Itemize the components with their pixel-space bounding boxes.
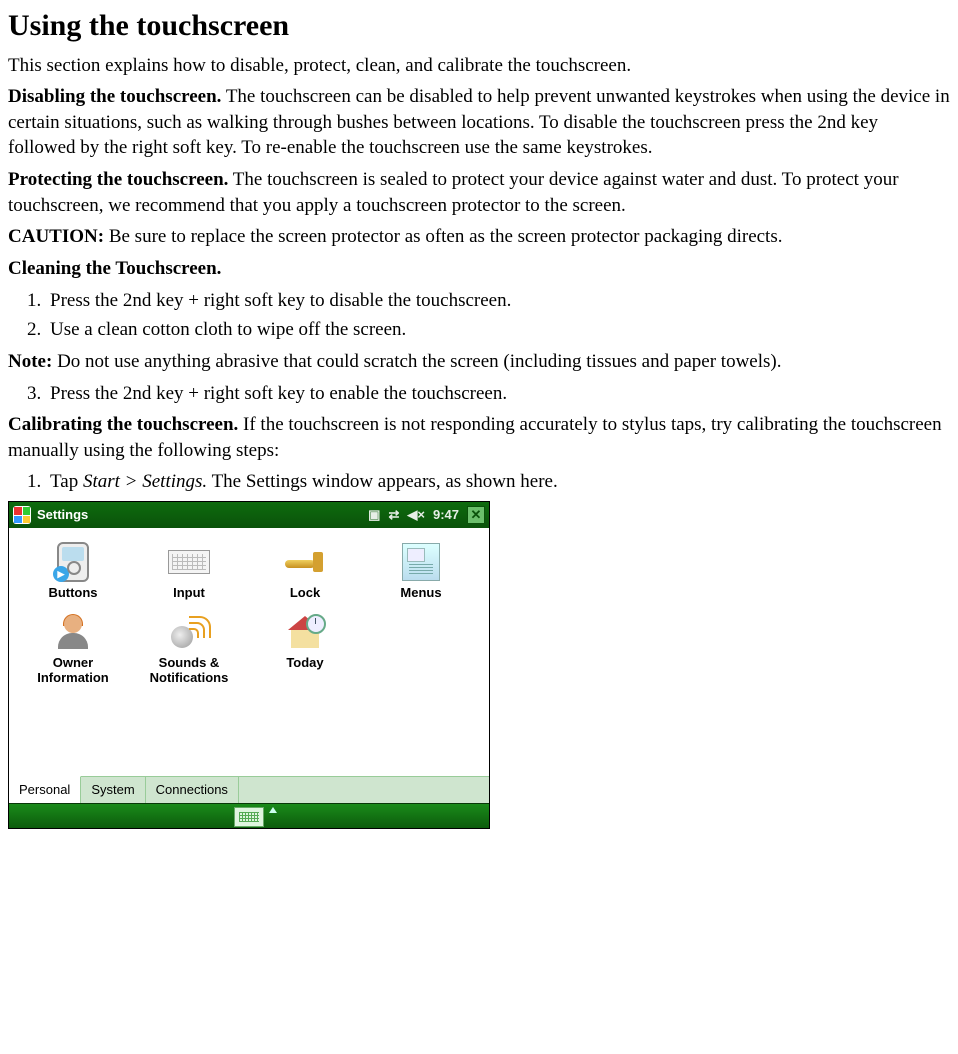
app-owner-information[interactable]: Owner Information bbox=[15, 612, 131, 697]
key-icon bbox=[283, 542, 327, 582]
caution-label: CAUTION: bbox=[8, 226, 104, 247]
caution-paragraph: CAUTION: Be sure to replace the screen p… bbox=[8, 224, 950, 250]
cleaning-step-1: Press the 2nd key + right soft key to di… bbox=[46, 288, 950, 314]
cleaning-step-2: Use a clean cotton cloth to wipe off the… bbox=[46, 317, 950, 343]
app-input-label: Input bbox=[131, 586, 247, 600]
tab-connections[interactable]: Connections bbox=[146, 777, 239, 803]
cleaning-step-3: Press the 2nd key + right soft key to en… bbox=[46, 381, 950, 407]
clock-text: 9:47 bbox=[433, 506, 459, 524]
disabling-paragraph: Disabling the touchscreen. The touchscre… bbox=[8, 84, 950, 161]
today-icon bbox=[283, 612, 327, 652]
app-today-label: Today bbox=[247, 656, 363, 670]
caution-text: Be sure to replace the screen protector … bbox=[104, 226, 782, 247]
cleaning-note-text: Do not use anything abrasive that could … bbox=[52, 351, 781, 372]
device-title: Settings bbox=[37, 506, 362, 524]
start-icon[interactable] bbox=[13, 506, 31, 524]
calibrating-steps: Tap Start > Settings. The Settings windo… bbox=[8, 469, 950, 495]
app-menus-label: Menus bbox=[363, 586, 479, 600]
device-titlebar: Settings ▣ ⇄ ◀× 9:47 ✕ bbox=[9, 502, 489, 528]
tab-system[interactable]: System bbox=[81, 777, 145, 803]
app-sounds-label: Sounds & Notifications bbox=[131, 656, 247, 685]
app-buttons[interactable]: ▶ Buttons bbox=[15, 542, 131, 612]
cleaning-heading: Cleaning the Touchscreen. bbox=[8, 256, 950, 282]
disabling-label: Disabling the touchscreen. bbox=[8, 86, 221, 107]
calibrating-step1-prefix: Tap bbox=[50, 471, 83, 492]
owner-icon bbox=[51, 612, 95, 652]
keyboard-menu-arrow-icon[interactable] bbox=[269, 807, 277, 813]
sounds-icon bbox=[167, 612, 211, 652]
buttons-icon: ▶ bbox=[51, 542, 95, 582]
app-input[interactable]: Input bbox=[131, 542, 247, 612]
sim-icon: ▣ bbox=[368, 506, 380, 524]
connection-icon: ⇄ bbox=[388, 506, 399, 524]
bottom-bar bbox=[9, 803, 489, 828]
cleaning-note-label: Note: bbox=[8, 351, 52, 372]
app-today[interactable]: Today bbox=[247, 612, 363, 697]
close-button[interactable]: ✕ bbox=[467, 506, 485, 524]
tab-spacer bbox=[239, 777, 489, 803]
app-buttons-label: Buttons bbox=[15, 586, 131, 600]
keyboard-icon bbox=[167, 542, 211, 582]
soft-keyboard-button[interactable] bbox=[234, 807, 264, 827]
volume-icon[interactable]: ◀× bbox=[407, 506, 425, 524]
menus-icon bbox=[399, 542, 443, 582]
app-owner-label: Owner Information bbox=[15, 656, 131, 685]
calibrating-step1-italic: Start > Settings. bbox=[83, 471, 207, 492]
apps-grid: ▶ Buttons Input Lock Menus Owner Informa… bbox=[9, 528, 489, 776]
calibrating-label: Calibrating the touchscreen. bbox=[8, 414, 238, 435]
device-screenshot: Settings ▣ ⇄ ◀× 9:47 ✕ ▶ Buttons Input L… bbox=[8, 501, 490, 829]
intro-text: This section explains how to disable, pr… bbox=[8, 53, 950, 79]
titlebar-status-icons: ▣ ⇄ ◀× 9:47 ✕ bbox=[368, 506, 485, 524]
calibrating-step1-suffix: The Settings window appears, as shown he… bbox=[207, 471, 558, 492]
app-menus[interactable]: Menus bbox=[363, 542, 479, 612]
app-lock-label: Lock bbox=[247, 586, 363, 600]
protecting-label: Protecting the touchscreen. bbox=[8, 169, 228, 190]
tab-bar: Personal System Connections bbox=[9, 776, 489, 803]
cleaning-note: Note: Do not use anything abrasive that … bbox=[8, 349, 950, 375]
calibrating-paragraph: Calibrating the touchscreen. If the touc… bbox=[8, 412, 950, 463]
page-heading: Using the touchscreen bbox=[8, 6, 950, 47]
calibrating-step-1: Tap Start > Settings. The Settings windo… bbox=[46, 469, 950, 495]
cleaning-steps-12: Press the 2nd key + right soft key to di… bbox=[8, 288, 950, 343]
app-lock[interactable]: Lock bbox=[247, 542, 363, 612]
tab-personal[interactable]: Personal bbox=[9, 776, 81, 803]
cleaning-label: Cleaning the Touchscreen. bbox=[8, 258, 221, 279]
app-sounds-notifications[interactable]: Sounds & Notifications bbox=[131, 612, 247, 697]
protecting-paragraph: Protecting the touchscreen. The touchscr… bbox=[8, 167, 950, 218]
cleaning-steps-3: Press the 2nd key + right soft key to en… bbox=[8, 381, 950, 407]
